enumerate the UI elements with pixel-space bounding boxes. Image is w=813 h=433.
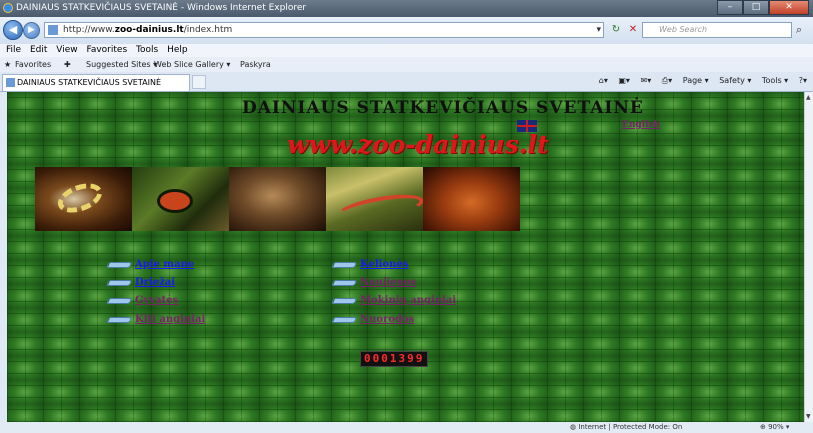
vertical-scrollbar[interactable]: ▲ ▼ [804, 92, 813, 422]
zoom-value: 90% [768, 423, 784, 431]
print-icon[interactable]: ⎙▾ [662, 76, 672, 85]
forward-button[interactable]: ▶ [23, 22, 40, 39]
nav-link-keliones[interactable]: Kelionės [330, 259, 409, 270]
nav-label: Mokinių anginiai [360, 295, 457, 306]
url-prefix: http://www. [63, 25, 115, 35]
tab-current[interactable]: DAINIAUS STATKEVIČIAUS SVETAINĖ [2, 74, 190, 91]
visitor-counter: 0001399 [360, 351, 429, 367]
url-domain: zoo-dainius.lt [114, 25, 184, 35]
command-tools[interactable]: Tools ▾ [762, 76, 788, 85]
menu-edit[interactable]: Edit [30, 45, 47, 55]
scroll-up-icon[interactable]: ▲ [806, 94, 811, 101]
lizard-icon [105, 297, 133, 304]
close-button[interactable]: ✕ [769, 0, 809, 15]
favorites-suggested-sites[interactable]: Suggested Sites ▾ [86, 57, 157, 72]
feeds-icon[interactable]: ▣▾ [618, 76, 630, 85]
stop-icon[interactable]: ✕ [625, 23, 641, 37]
menu-help[interactable]: Help [167, 45, 188, 55]
nav-link-nuorodos[interactable]: Nuorodos [330, 314, 415, 325]
search-input[interactable]: Web Search [642, 22, 792, 38]
photo-frog [132, 167, 229, 231]
nav-label: Nuorodos [360, 314, 415, 325]
new-tab-button[interactable] [192, 75, 206, 89]
menu-favorites[interactable]: Favorites [86, 45, 127, 55]
lizard-icon [330, 316, 358, 323]
tab-favicon-icon [6, 78, 15, 87]
window-title-bar: DAINIAUS STATKEVIČIAUS SVETAINĖ - Window… [0, 0, 813, 17]
favorites-star-icon[interactable]: ★ [4, 57, 11, 72]
nav-label: Driežai [135, 277, 176, 288]
url-path: /index.htm [183, 25, 233, 35]
security-zone: ◍ Internet | Protected Mode: On [570, 422, 682, 433]
tab-bar: DAINIAUS STATKEVIČIAUS SVETAINĖ ⌂▾ ▣▾ ✉▾… [0, 72, 813, 92]
mail-icon[interactable]: ✉▾ [641, 76, 652, 85]
command-page[interactable]: Page ▾ [683, 76, 709, 85]
nav-label: Gyvatės [135, 295, 179, 306]
nav-label: Kiti anginiai [135, 314, 206, 325]
photo-strip [35, 167, 520, 231]
refresh-icon[interactable]: ↻ [608, 23, 624, 37]
ie-logo-icon [3, 3, 13, 13]
page-favicon-icon [48, 25, 58, 35]
zoom-icon: ⊕ [760, 423, 769, 431]
nav-link-gyvates[interactable]: Gyvatės [105, 295, 179, 306]
nav-label: Naujienos [360, 277, 417, 288]
nav-link-driezai[interactable]: Driežai [105, 277, 176, 288]
lizard-icon [105, 279, 133, 286]
zoom-level[interactable]: ⊕ 90% ▾ [760, 422, 789, 433]
lizard-icon [330, 279, 358, 286]
nav-link-mokiniu-anginiai[interactable]: Mokinių anginiai [330, 295, 457, 306]
lizard-icon [330, 297, 358, 304]
address-field[interactable]: http://www.zoo-dainius.lt/index.htm ▾ [44, 22, 604, 38]
photo-reptile-bark [423, 167, 520, 231]
nav-link-naujienos[interactable]: Naujienos [330, 277, 417, 288]
status-bar: ◍ Internet | Protected Mode: On ⊕ 90% ▾ [0, 422, 813, 433]
english-link[interactable]: English [622, 120, 660, 130]
nav-label: Apie mane [135, 259, 195, 270]
favorites-paskyra[interactable]: Paskyra [240, 57, 271, 72]
nav-link-kiti-anginiai[interactable]: Kiti anginiai [105, 314, 206, 325]
photo-iguana [229, 167, 326, 231]
favorites-bar: ★ Favorites ✚ Suggested Sites ▾ Web Slic… [0, 57, 813, 72]
command-bar: ⌂▾ ▣▾ ✉▾ ⎙▾ Page ▾ Safety ▾ Tools ▾ ?▾ [591, 76, 807, 86]
security-zone-label: Internet | Protected Mode: On [578, 423, 683, 431]
home-icon[interactable]: ⌂▾ [599, 76, 608, 85]
menu-bar: File Edit View Favorites Tools Help [0, 44, 813, 57]
photo-snake [35, 167, 132, 231]
menu-file[interactable]: File [6, 45, 21, 55]
back-button[interactable]: ◀ [3, 20, 23, 40]
nav-label: Kelionės [360, 259, 409, 270]
lizard-icon [330, 261, 358, 268]
lizard-icon [105, 316, 133, 323]
window-title: DAINIAUS STATKEVIČIAUS SVETAINĖ - Window… [16, 3, 307, 13]
menu-tools[interactable]: Tools [136, 45, 158, 55]
nav-link-apie-mane[interactable]: Apie mane [105, 259, 195, 270]
minimize-button[interactable]: – [717, 0, 743, 15]
favorites-web-slice-gallery[interactable]: Web Slice Gallery ▾ [154, 57, 230, 72]
address-dropdown-icon[interactable]: ▾ [596, 23, 601, 37]
address-toolbar: ◀ ▶ http://www.zoo-dainius.lt/index.htm … [0, 17, 813, 45]
maximize-button[interactable]: □ [743, 0, 769, 15]
search-icon[interactable]: ⌕ [796, 23, 810, 37]
help-icon[interactable]: ?▾ [799, 76, 807, 85]
command-safety[interactable]: Safety ▾ [719, 76, 751, 85]
photo-snake-leaves [326, 167, 423, 231]
site-logo: www.zoo-dainius.lt [287, 130, 549, 159]
page-title: DAINIAUS STATKEVIČIAUS SVETAINĖ [242, 98, 644, 118]
tab-label: DAINIAUS STATKEVIČIAUS SVETAINĖ [17, 78, 161, 87]
page-content: DAINIAUS STATKEVIČIAUS SVETAINĖ English … [7, 92, 804, 422]
lizard-icon [105, 261, 133, 268]
scroll-down-icon[interactable]: ▼ [806, 413, 811, 420]
add-favorite-icon[interactable]: ✚ [64, 57, 71, 72]
favorites-button[interactable]: Favorites [15, 57, 51, 72]
menu-view[interactable]: View [56, 45, 77, 55]
